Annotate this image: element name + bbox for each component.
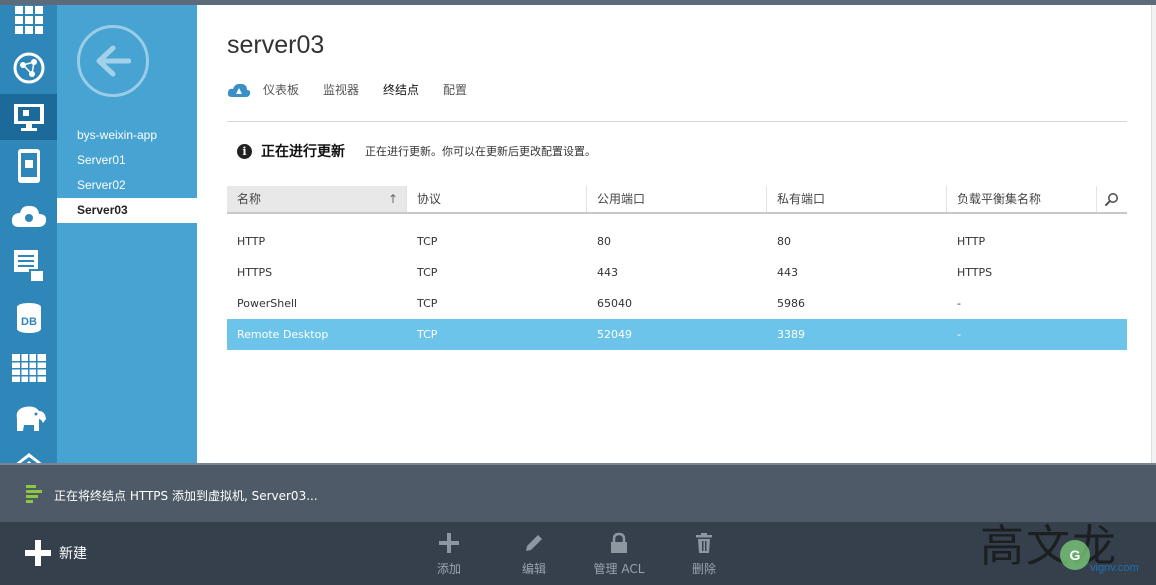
search-icon xyxy=(1105,193,1118,206)
edit-button[interactable]: 编辑 xyxy=(494,532,574,577)
nav-item-server03[interactable]: Server03 xyxy=(57,198,197,223)
cell-private-port: 3389 xyxy=(777,328,805,341)
table-row-selected[interactable]: Remote Desktop TCP 52049 3389 - xyxy=(227,319,1127,350)
cell-public-port: 52049 xyxy=(597,328,632,341)
cell-public-port: 443 xyxy=(597,266,618,279)
update-notice: i 正在进行更新 正在进行更新。你可以在更新后更改配置设置。 xyxy=(237,141,596,161)
endpoints-table: 名称 ↑ 协议 公用端口 私有端口 负载平衡集名称 HTTP TCP 80 80… xyxy=(227,186,1127,350)
network-icon[interactable] xyxy=(0,441,57,463)
page-title: server03 xyxy=(227,31,325,59)
pencil-icon xyxy=(526,535,542,551)
mobile-service-icon[interactable] xyxy=(0,143,57,189)
divider xyxy=(227,121,1127,122)
cell-name: PowerShell xyxy=(237,297,298,310)
grid-icon[interactable] xyxy=(0,5,57,43)
watermark-logo: G xyxy=(1060,540,1090,570)
table-row[interactable]: PowerShell TCP 65040 5986 - xyxy=(227,288,1127,319)
quick-start-cloud-icon[interactable] xyxy=(227,82,251,98)
delete-button[interactable]: 删除 xyxy=(664,532,744,577)
delete-label: 删除 xyxy=(691,562,716,576)
trash-icon xyxy=(696,533,712,553)
nav-item-server01[interactable]: Server01 xyxy=(57,148,197,173)
cell-protocol: TCP xyxy=(417,235,438,248)
table-row[interactable]: HTTPS TCP 443 443 HTTPS xyxy=(227,257,1127,288)
tab-endpoints[interactable]: 终结点 xyxy=(383,81,419,98)
cell-public-port: 65040 xyxy=(597,297,632,310)
vm-list: bys-weixin-app Server01 Server02 Server0… xyxy=(57,123,197,223)
progress-bars-icon xyxy=(26,485,42,503)
cell-protocol: TCP xyxy=(417,297,438,310)
column-header-protocol[interactable]: 协议 xyxy=(407,186,587,212)
new-label: 新建 xyxy=(59,546,87,562)
cell-name: Remote Desktop xyxy=(237,328,329,341)
cell-lb-set: - xyxy=(957,297,961,310)
notice-text: 正在进行更新。你可以在更新后更改配置设置。 xyxy=(365,145,596,158)
table-icon[interactable] xyxy=(0,345,57,391)
column-header-name[interactable]: 名称 ↑ xyxy=(227,186,407,212)
add-button[interactable]: 添加 xyxy=(409,532,489,577)
edit-label: 编辑 xyxy=(521,562,546,576)
scrollbar[interactable] xyxy=(1151,5,1156,463)
main-content: server03 仪表板 监视器 终结点 配置 i 正在进行更新 正在进行更新。… xyxy=(197,5,1152,463)
notice-title: 正在进行更新 xyxy=(261,144,345,160)
manage-acl-button[interactable]: 管理 ACL xyxy=(579,532,659,577)
column-header-public-port[interactable]: 公用端口 xyxy=(587,186,767,212)
hdinsight-elephant-icon[interactable] xyxy=(0,395,57,441)
svg-text:DB: DB xyxy=(21,316,37,328)
nav-item-bys-weixin-app[interactable]: bys-weixin-app xyxy=(57,123,197,148)
cell-name: HTTPS xyxy=(237,266,273,279)
column-header-lb-set[interactable]: 负载平衡集名称 xyxy=(947,186,1097,212)
new-button[interactable]: 新建 xyxy=(25,540,87,566)
table-row[interactable]: HTTP TCP 80 80 HTTP xyxy=(227,226,1127,257)
cell-name: HTTP xyxy=(237,235,266,248)
cell-private-port: 5986 xyxy=(777,297,805,310)
add-label: 添加 xyxy=(436,562,461,576)
globe-icon[interactable] xyxy=(0,45,57,91)
search-button[interactable] xyxy=(1097,186,1127,212)
manage-acl-label: 管理 ACL xyxy=(593,562,645,576)
cell-lb-set: HTTP xyxy=(957,235,986,248)
arrow-left-icon xyxy=(96,45,131,77)
column-header-private-port[interactable]: 私有端口 xyxy=(767,186,947,212)
vm-list-panel: bys-weixin-app Server01 Server02 Server0… xyxy=(57,5,197,463)
cell-private-port: 80 xyxy=(777,235,791,248)
cloud-service-icon[interactable] xyxy=(0,193,57,239)
storage-icon[interactable] xyxy=(0,243,57,289)
cell-protocol: TCP xyxy=(417,266,438,279)
lock-icon xyxy=(611,532,627,553)
status-text: 正在将终结点 HTTPS 添加到虚拟机, Server03... xyxy=(54,489,318,503)
cell-public-port: 80 xyxy=(597,235,611,248)
nav-item-server02[interactable]: Server02 xyxy=(57,173,197,198)
plus-icon xyxy=(25,540,51,566)
tab-configure[interactable]: 配置 xyxy=(443,81,467,98)
sort-ascending-icon: ↑ xyxy=(387,192,398,206)
watermark-url: vignv.com xyxy=(1090,562,1139,574)
tab-monitor[interactable]: 监视器 xyxy=(323,81,359,98)
virtual-machine-icon[interactable] xyxy=(0,94,57,140)
back-button[interactable] xyxy=(77,25,149,97)
table-header: 名称 ↑ 协议 公用端口 私有端口 负载平衡集名称 xyxy=(227,186,1127,214)
tab-bar: 仪表板 监视器 终结点 配置 xyxy=(227,81,491,98)
cell-lb-set: HTTPS xyxy=(957,266,993,279)
info-icon: i xyxy=(237,143,252,159)
plus-icon xyxy=(439,533,459,553)
service-rail: DB xyxy=(0,5,57,463)
column-header-label: 名称 xyxy=(237,192,262,206)
table-body: HTTP TCP 80 80 HTTP HTTPS TCP 443 443 HT… xyxy=(227,226,1127,350)
sql-database-icon[interactable]: DB xyxy=(0,295,57,341)
cell-lb-set: - xyxy=(957,328,961,341)
tab-dashboard[interactable]: 仪表板 xyxy=(263,81,299,98)
cell-protocol: TCP xyxy=(417,328,438,341)
cell-private-port: 443 xyxy=(777,266,798,279)
